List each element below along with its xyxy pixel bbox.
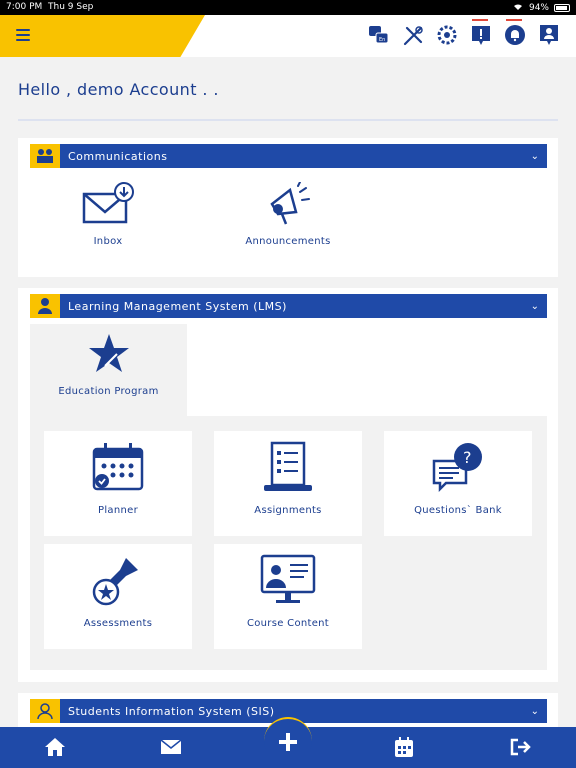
svg-text:?: ? [463,448,472,467]
communications-card: Communications ⌄ Inbox Announcements [18,138,558,277]
logout-icon[interactable] [510,738,532,760]
wifi-icon [512,2,524,14]
communications-title: Communications [68,149,168,163]
planner-tile[interactable]: Planner [44,431,192,536]
course-content-icon [260,554,316,603]
megaphone-icon [270,182,310,225]
assessments-label: Assessments [83,618,153,629]
app-header: En [0,15,576,57]
stamp-icon [92,558,138,606]
notifications-icon[interactable] [504,19,526,47]
sis-section-icon [30,699,60,723]
status-date: Thu 9 Sep [48,2,94,12]
status-right: 94% [512,2,570,14]
course-content-tile[interactable]: Course Content [214,544,362,649]
inbox-label: Inbox [93,236,123,247]
inbox-item[interactable]: Inbox [73,182,143,247]
calendar-icon[interactable] [395,737,413,761]
lms-section-icon [30,294,60,318]
questions-bank-label: Questions` Bank [414,505,502,516]
chevron-down-icon[interactable]: ⌄ [531,151,539,162]
status-bar: 7:00 PM Thu 9 Sep 94% [0,0,576,15]
chevron-down-icon[interactable]: ⌄ [531,301,539,312]
lms-card: Learning Management System (LMS) ⌄ Educa… [18,288,558,682]
lms-header[interactable]: Learning Management System (LMS) ⌄ [30,294,547,318]
education-program-tab[interactable]: Education Program [30,324,187,416]
tools-icon[interactable] [402,23,424,47]
badge-line [506,19,522,21]
inbox-icon [82,182,134,224]
questions-bank-tile[interactable]: ? Questions` Bank [384,431,532,536]
alerts-icon[interactable] [470,19,492,47]
assignments-icon [264,441,312,491]
mail-icon[interactable] [160,739,182,759]
divider [18,119,558,121]
badge-line [472,19,488,21]
course-content-label: Course Content [246,618,330,629]
star-icon [88,334,129,372]
greeting-text: Hello , demo Account . . [18,80,219,99]
battery-percent: 94% [528,3,549,13]
battery-icon [554,4,570,12]
assessments-tile[interactable]: Assessments [44,544,192,649]
svg-text:En: En [379,37,385,43]
hamburger-icon[interactable] [16,29,30,41]
questions-icon: ? [432,443,482,493]
lms-tiles-area: Planner Assignments ? Questions` Bank As… [30,416,547,670]
add-button[interactable] [264,717,312,765]
settings-icon[interactable] [436,23,458,47]
announcements-label: Announcements [245,236,331,247]
assignments-label: Assignments [254,505,322,516]
assignments-tile[interactable]: Assignments [214,431,362,536]
sis-title: Students Information System (SIS) [68,704,275,718]
translate-icon[interactable]: En [368,23,390,47]
home-icon[interactable] [44,737,66,761]
header-icons: En [368,19,560,47]
communications-header[interactable]: Communications ⌄ [30,144,547,168]
education-program-label: Education Program [58,386,159,397]
status-time: 7:00 PM [6,2,43,12]
calendar-icon [92,443,144,491]
add-icon [279,733,297,751]
lms-title: Learning Management System (LMS) [68,299,287,313]
header-accent [0,15,205,57]
profile-icon[interactable] [538,23,560,47]
planner-label: Planner [98,505,138,516]
chevron-down-icon[interactable]: ⌄ [531,706,539,717]
bottom-nav [0,717,576,768]
communications-section-icon [30,144,60,168]
announcements-item[interactable]: Announcements [240,182,336,247]
